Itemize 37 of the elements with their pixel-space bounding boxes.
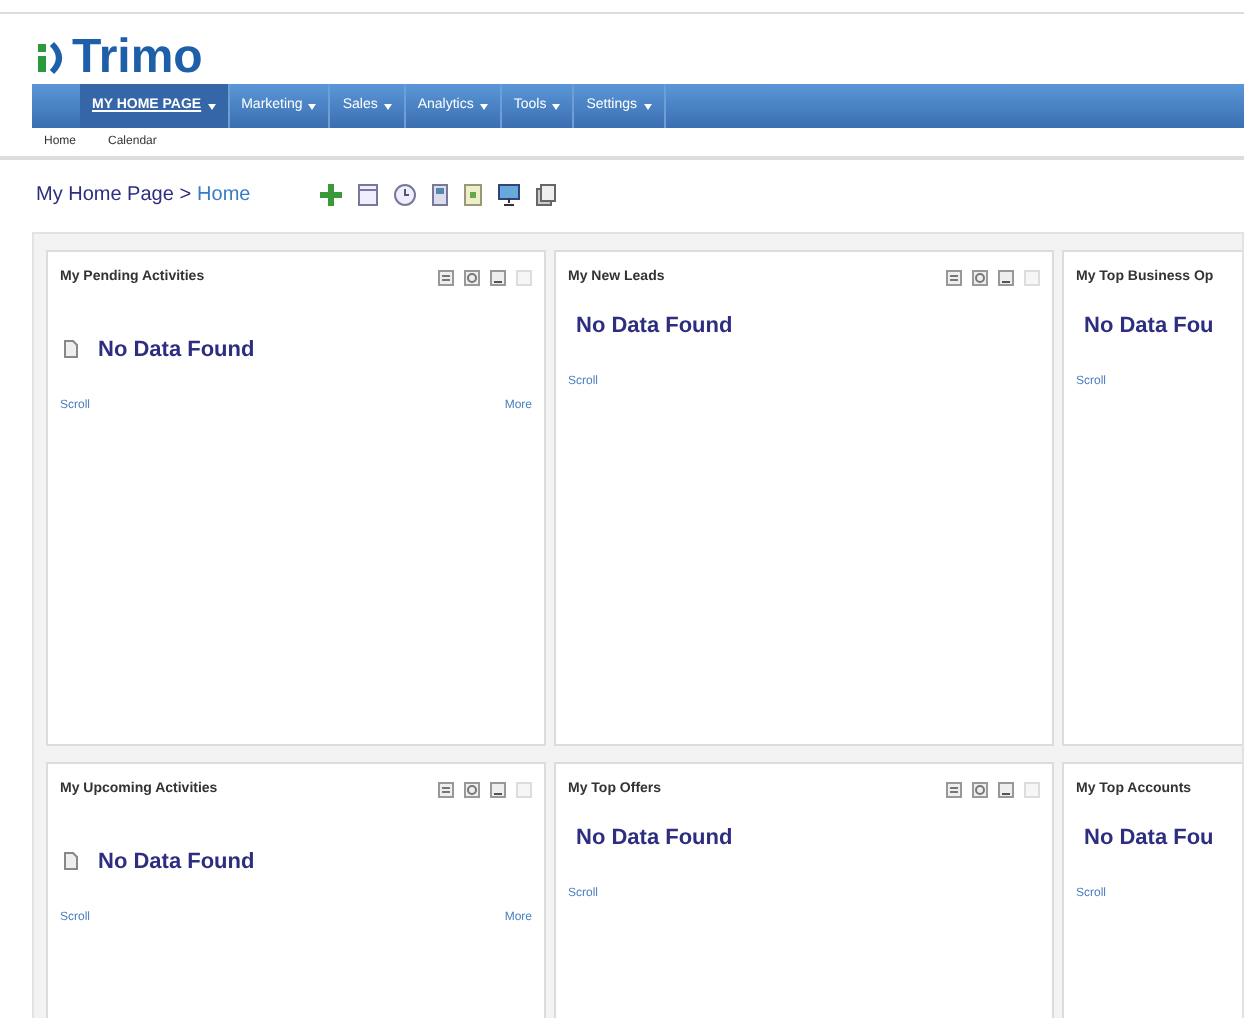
breadcrumb-parent: My Home Page > xyxy=(36,181,192,209)
empty-message: No Data Fou xyxy=(1084,823,1214,853)
monitor-icon[interactable] xyxy=(498,183,521,205)
note-icon[interactable] xyxy=(464,183,483,205)
refresh-icon[interactable] xyxy=(972,782,988,799)
minimize-icon[interactable] xyxy=(998,270,1014,287)
caret-icon xyxy=(383,103,392,109)
refresh-icon[interactable] xyxy=(972,270,988,287)
calendar-icon[interactable] xyxy=(358,183,379,205)
caret-icon xyxy=(479,103,488,109)
phone-icon[interactable] xyxy=(432,183,449,205)
logo-icon xyxy=(36,39,68,75)
caret-icon xyxy=(552,103,561,109)
documents-icon[interactable] xyxy=(536,183,557,205)
caret-icon xyxy=(308,103,317,109)
refresh-icon[interactable] xyxy=(464,782,480,799)
minimize-icon[interactable] xyxy=(490,782,506,799)
add-icon[interactable] xyxy=(320,183,343,205)
empty-message: No Data Found xyxy=(98,335,255,365)
caret-icon xyxy=(643,103,651,109)
logo-text: Trimo xyxy=(72,33,203,81)
window-icon[interactable] xyxy=(438,782,454,799)
window-icon[interactable] xyxy=(946,270,962,287)
document-icon xyxy=(64,340,78,359)
refresh-icon[interactable] xyxy=(464,270,480,287)
breadcrumb-current[interactable]: Home xyxy=(197,179,251,209)
empty-message: No Data Found xyxy=(576,311,733,341)
window-icon[interactable] xyxy=(438,270,454,287)
caret-icon xyxy=(207,103,216,109)
minimize-icon[interactable] xyxy=(998,782,1014,799)
minimize-icon[interactable] xyxy=(490,270,506,287)
empty-message: No Data Found xyxy=(576,823,733,853)
empty-message: No Data Found xyxy=(98,847,255,877)
clock-icon[interactable] xyxy=(394,183,417,205)
document-icon xyxy=(64,852,78,871)
empty-message: No Data Fou xyxy=(1084,311,1214,341)
window-icon[interactable] xyxy=(946,782,962,799)
